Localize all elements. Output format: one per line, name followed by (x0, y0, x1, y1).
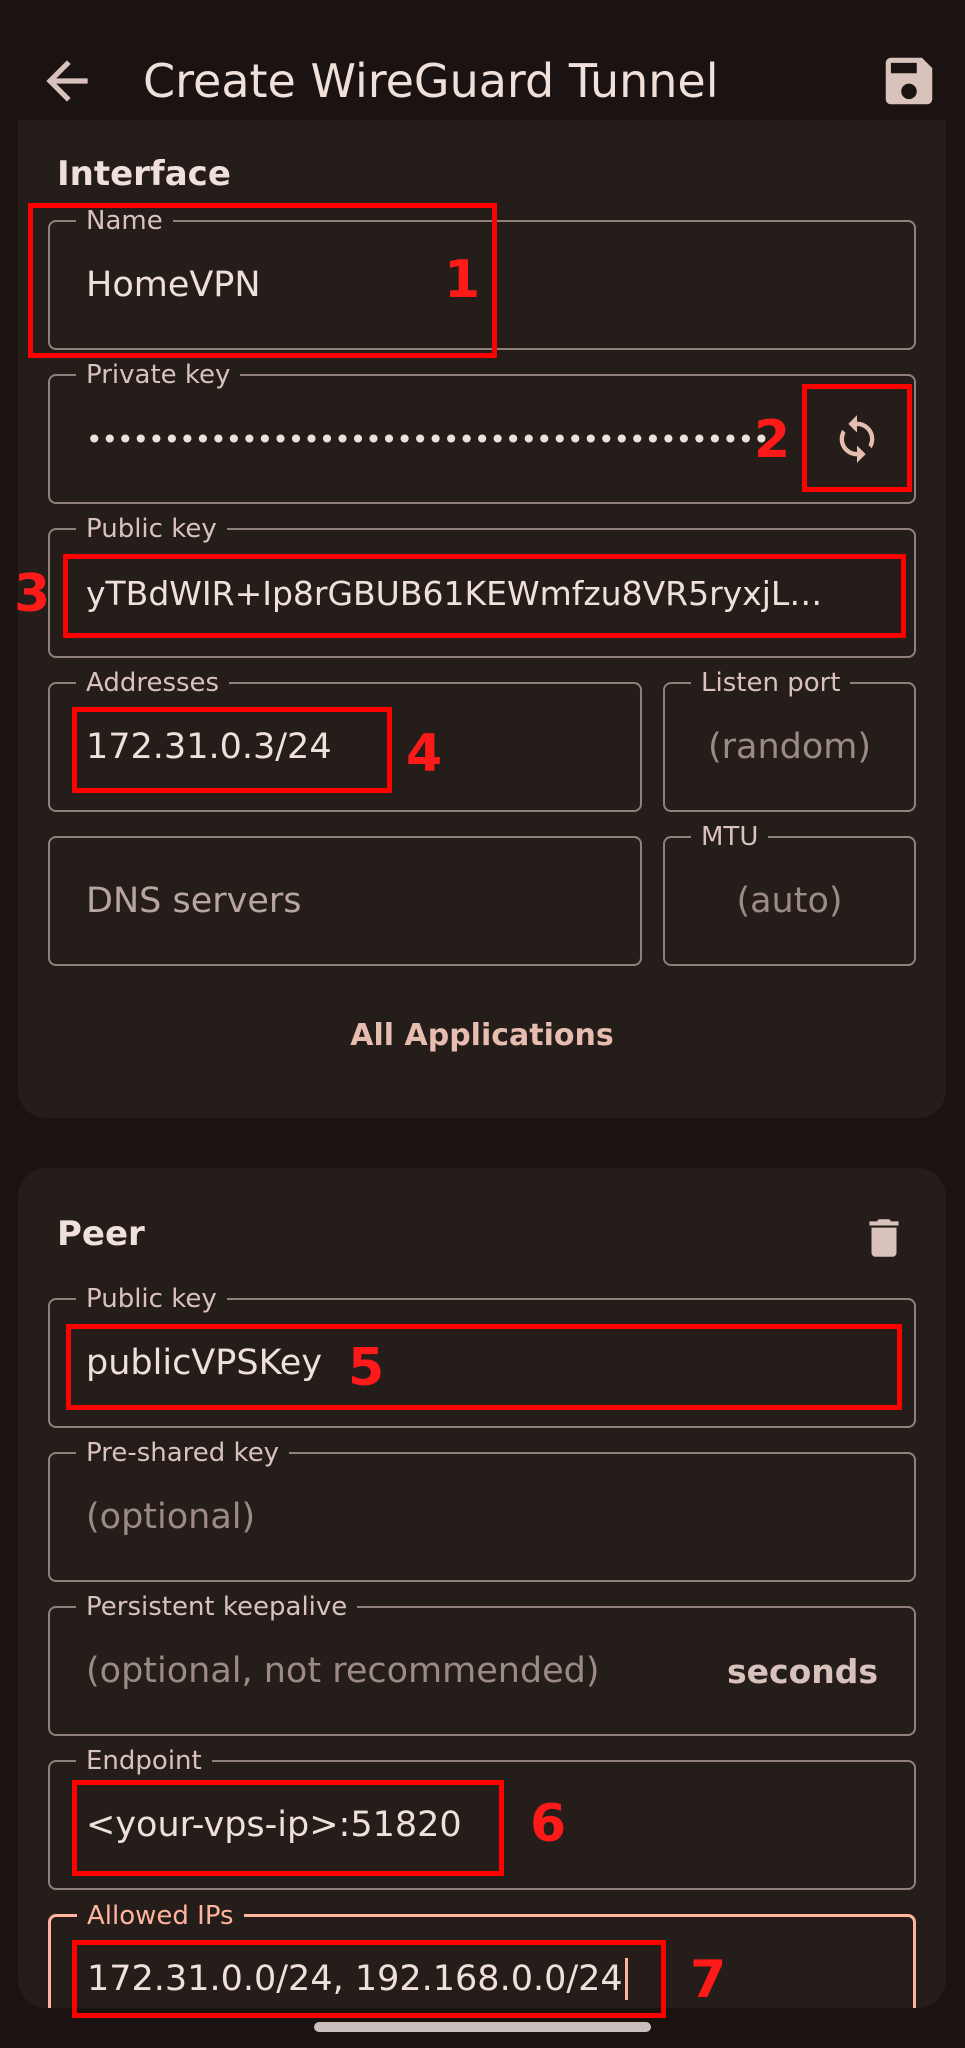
annotation-label-3: 3 (14, 564, 51, 624)
listen-port-placeholder: (random) (707, 727, 872, 767)
all-applications-button[interactable]: All Applications (18, 1018, 946, 1053)
annotation-box-3 (63, 554, 906, 638)
annotation-label-2: 2 (754, 410, 791, 470)
annotation-label-1: 1 (444, 250, 481, 310)
keepalive-suffix: seconds (726, 1651, 878, 1691)
trash-icon (869, 1219, 899, 1257)
annotation-box-6 (72, 1780, 504, 1876)
peer-card: Peer Public key publicVPSKey Pre-shared … (18, 1168, 946, 2044)
keepalive-field[interactable]: Persistent keepalive (optional, not reco… (48, 1592, 916, 1736)
page-title: Create WireGuard Tunnel (143, 54, 719, 108)
annotation-label-6: 6 (530, 1794, 567, 1854)
dns-servers-placeholder: DNS servers (86, 881, 302, 921)
annotation-box-5 (66, 1324, 902, 1410)
annotation-box-4 (72, 707, 392, 793)
annotation-label-5: 5 (348, 1338, 385, 1398)
keepalive-placeholder: (optional, not recommended) (86, 1651, 600, 1691)
interface-section-title: Interface (57, 154, 231, 194)
annotation-box-7 (72, 1940, 666, 2018)
private-key-value: ••••••••••••••••••••••••••••••••••••••••… (86, 422, 769, 456)
preshared-key-placeholder: (optional) (86, 1497, 256, 1537)
back-button[interactable] (36, 50, 98, 112)
home-indicator[interactable] (314, 2022, 651, 2032)
delete-peer-button[interactable] (854, 1208, 914, 1268)
mtu-placeholder: (auto) (736, 881, 843, 921)
arrow-left-icon (46, 60, 88, 102)
dns-servers-field[interactable]: DNS servers (48, 836, 642, 966)
floppy-save-icon (885, 57, 933, 105)
listen-port-field[interactable]: Listen port (random) (663, 668, 916, 812)
annotation-box-2 (802, 384, 912, 492)
peer-section-title: Peer (57, 1214, 145, 1254)
annotation-label-7: 7 (690, 1950, 727, 2010)
annotation-box-1 (28, 203, 497, 358)
mtu-field[interactable]: MTU (auto) (663, 822, 916, 966)
preshared-key-field[interactable]: Pre-shared key (optional) (48, 1438, 916, 1582)
annotation-label-4: 4 (406, 724, 443, 784)
save-button[interactable] (878, 50, 940, 112)
